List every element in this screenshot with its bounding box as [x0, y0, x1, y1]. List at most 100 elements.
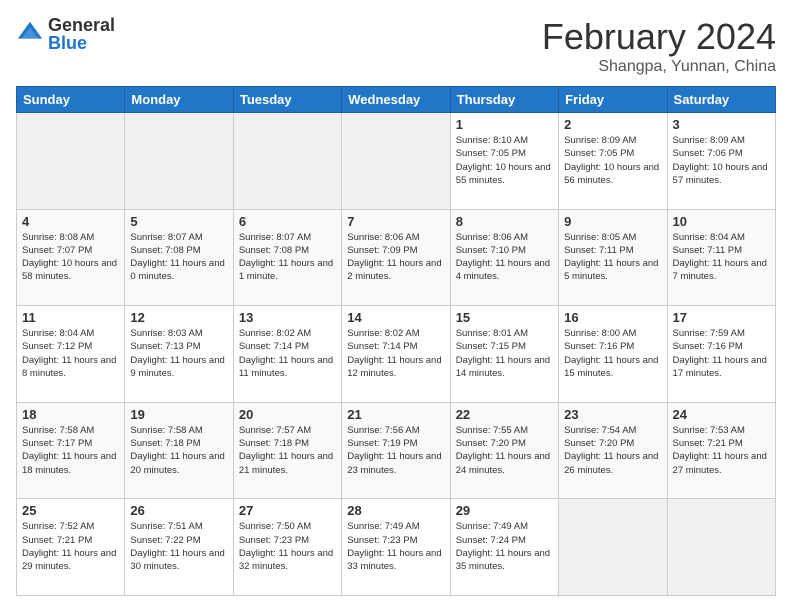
- day-info: Sunrise: 7:55 AM Sunset: 7:20 PM Dayligh…: [456, 424, 553, 477]
- logo-text: General Blue: [48, 16, 115, 52]
- header-saturday: Saturday: [667, 87, 775, 113]
- day-number: 29: [456, 503, 553, 518]
- day-info: Sunrise: 7:56 AM Sunset: 7:19 PM Dayligh…: [347, 424, 444, 477]
- calendar-cell: 2Sunrise: 8:09 AM Sunset: 7:05 PM Daylig…: [559, 113, 667, 210]
- day-number: 7: [347, 214, 444, 229]
- calendar-cell: [559, 499, 667, 596]
- day-info: Sunrise: 7:58 AM Sunset: 7:17 PM Dayligh…: [22, 424, 119, 477]
- calendar-cell: 5 Sunrise: 8:07 AM Sunset: 7:08 PM Daylig…: [125, 209, 233, 306]
- calendar-cell: 26Sunrise: 7:51 AM Sunset: 7:22 PM Dayli…: [125, 499, 233, 596]
- logo-blue: Blue: [48, 34, 115, 52]
- day-info: Sunrise: 8:05 AM Sunset: 7:11 PM Dayligh…: [564, 231, 661, 284]
- day-info: Sunrise: 7:50 AM Sunset: 7:23 PM Dayligh…: [239, 520, 336, 573]
- month-title: February 2024: [542, 16, 776, 58]
- day-number: 3: [673, 117, 770, 132]
- day-number: 16: [564, 310, 661, 325]
- calendar-cell: [125, 113, 233, 210]
- calendar-cell: [667, 499, 775, 596]
- calendar-cell: 28Sunrise: 7:49 AM Sunset: 7:23 PM Dayli…: [342, 499, 450, 596]
- calendar-cell: 12 Sunrise: 8:03 AM Sunset: 7:13 PM Dayli…: [125, 306, 233, 403]
- day-number: 26: [130, 503, 227, 518]
- day-number: 18: [22, 407, 119, 422]
- calendar-cell: 13Sunrise: 8:02 AM Sunset: 7:14 PM Dayli…: [233, 306, 341, 403]
- calendar-cell: 11 Sunrise: 8:04 AM Sunset: 7:12 PM Dayli…: [17, 306, 125, 403]
- calendar-cell: 4 Sunrise: 8:08 AM Sunset: 7:07 PM Daylig…: [17, 209, 125, 306]
- calendar-table: Sunday Monday Tuesday Wednesday Thursday…: [16, 86, 776, 596]
- header-wednesday: Wednesday: [342, 87, 450, 113]
- day-number: 19: [130, 407, 227, 422]
- location: Shangpa, Yunnan, China: [542, 58, 776, 76]
- calendar-cell: 19 Sunrise: 7:58 AM Sunset: 7:18 PM Dayli…: [125, 402, 233, 499]
- calendar-cell: 18 Sunrise: 7:58 AM Sunset: 7:17 PM Dayli…: [17, 402, 125, 499]
- day-number: 28: [347, 503, 444, 518]
- calendar-cell: 3 Sunrise: 8:09 AM Sunset: 7:06 PM Daylig…: [667, 113, 775, 210]
- day-number: 4: [22, 214, 119, 229]
- calendar-cell: 7 Sunrise: 8:06 AM Sunset: 7:09 PM Daylig…: [342, 209, 450, 306]
- day-info: Sunrise: 8:02 AM Sunset: 7:14 PM Dayligh…: [347, 327, 444, 380]
- day-info: Sunrise: 7:58 AM Sunset: 7:18 PM Dayligh…: [130, 424, 227, 477]
- day-info: Sunrise: 8:10 AM Sunset: 7:05 PM Dayligh…: [456, 134, 553, 187]
- calendar-cell: [17, 113, 125, 210]
- logo-general: General: [48, 16, 115, 34]
- day-info: Sunrise: 8:08 AM Sunset: 7:07 PM Dayligh…: [22, 231, 119, 284]
- day-number: 15: [456, 310, 553, 325]
- header-monday: Monday: [125, 87, 233, 113]
- day-info: Sunrise: 8:07 AM Sunset: 7:08 PM Dayligh…: [130, 231, 227, 284]
- calendar-cell: 14 Sunrise: 8:02 AM Sunset: 7:14 PM Dayli…: [342, 306, 450, 403]
- day-info: Sunrise: 7:59 AM Sunset: 7:16 PM Dayligh…: [673, 327, 770, 380]
- calendar-cell: 8 Sunrise: 8:06 AM Sunset: 7:10 PM Daylig…: [450, 209, 558, 306]
- header-tuesday: Tuesday: [233, 87, 341, 113]
- header-thursday: Thursday: [450, 87, 558, 113]
- calendar-week-2: 4 Sunrise: 8:08 AM Sunset: 7:07 PM Daylig…: [17, 209, 776, 306]
- calendar-cell: 6Sunrise: 8:07 AM Sunset: 7:08 PM Daylig…: [233, 209, 341, 306]
- day-info: Sunrise: 8:03 AM Sunset: 7:13 PM Dayligh…: [130, 327, 227, 380]
- day-number: 20: [239, 407, 336, 422]
- day-info: Sunrise: 8:06 AM Sunset: 7:09 PM Dayligh…: [347, 231, 444, 284]
- calendar-week-1: 1 Sunrise: 8:10 AM Sunset: 7:05 PM Daylig…: [17, 113, 776, 210]
- calendar-cell: 24Sunrise: 7:53 AM Sunset: 7:21 PM Dayli…: [667, 402, 775, 499]
- day-number: 11: [22, 310, 119, 325]
- day-number: 13: [239, 310, 336, 325]
- day-info: Sunrise: 8:09 AM Sunset: 7:06 PM Dayligh…: [673, 134, 770, 187]
- day-info: Sunrise: 8:06 AM Sunset: 7:10 PM Dayligh…: [456, 231, 553, 284]
- day-number: 2: [564, 117, 661, 132]
- day-number: 22: [456, 407, 553, 422]
- day-info: Sunrise: 8:00 AM Sunset: 7:16 PM Dayligh…: [564, 327, 661, 380]
- day-info: Sunrise: 8:01 AM Sunset: 7:15 PM Dayligh…: [456, 327, 553, 380]
- day-info: Sunrise: 8:04 AM Sunset: 7:12 PM Dayligh…: [22, 327, 119, 380]
- day-number: 12: [130, 310, 227, 325]
- calendar-cell: 25 Sunrise: 7:52 AM Sunset: 7:21 PM Dayli…: [17, 499, 125, 596]
- calendar-cell: 17 Sunrise: 7:59 AM Sunset: 7:16 PM Dayli…: [667, 306, 775, 403]
- header: General Blue February 2024 Shangpa, Yunn…: [16, 16, 776, 76]
- day-info: Sunrise: 7:57 AM Sunset: 7:18 PM Dayligh…: [239, 424, 336, 477]
- day-number: 1: [456, 117, 553, 132]
- calendar-header-row: Sunday Monday Tuesday Wednesday Thursday…: [17, 87, 776, 113]
- day-number: 21: [347, 407, 444, 422]
- calendar-cell: 20 Sunrise: 7:57 AM Sunset: 7:18 PM Dayli…: [233, 402, 341, 499]
- day-info: Sunrise: 7:53 AM Sunset: 7:21 PM Dayligh…: [673, 424, 770, 477]
- logo-icon: [16, 20, 44, 48]
- day-number: 27: [239, 503, 336, 518]
- day-number: 14: [347, 310, 444, 325]
- day-number: 8: [456, 214, 553, 229]
- calendar-cell: 22 Sunrise: 7:55 AM Sunset: 7:20 PM Dayli…: [450, 402, 558, 499]
- day-info: Sunrise: 7:54 AM Sunset: 7:20 PM Dayligh…: [564, 424, 661, 477]
- day-info: Sunrise: 8:04 AM Sunset: 7:11 PM Dayligh…: [673, 231, 770, 284]
- title-section: February 2024 Shangpa, Yunnan, China: [542, 16, 776, 76]
- calendar-cell: 27 Sunrise: 7:50 AM Sunset: 7:23 PM Dayli…: [233, 499, 341, 596]
- day-number: 5: [130, 214, 227, 229]
- logo: General Blue: [16, 16, 115, 52]
- day-number: 17: [673, 310, 770, 325]
- day-number: 9: [564, 214, 661, 229]
- day-number: 10: [673, 214, 770, 229]
- day-number: 23: [564, 407, 661, 422]
- calendar-week-5: 25 Sunrise: 7:52 AM Sunset: 7:21 PM Dayli…: [17, 499, 776, 596]
- calendar-cell: 10 Sunrise: 8:04 AM Sunset: 7:11 PM Dayli…: [667, 209, 775, 306]
- day-number: 6: [239, 214, 336, 229]
- day-info: Sunrise: 7:52 AM Sunset: 7:21 PM Dayligh…: [22, 520, 119, 573]
- calendar-cell: 29Sunrise: 7:49 AM Sunset: 7:24 PM Dayli…: [450, 499, 558, 596]
- calendar-cell: [233, 113, 341, 210]
- header-friday: Friday: [559, 87, 667, 113]
- day-number: 25: [22, 503, 119, 518]
- calendar-week-4: 18 Sunrise: 7:58 AM Sunset: 7:17 PM Dayli…: [17, 402, 776, 499]
